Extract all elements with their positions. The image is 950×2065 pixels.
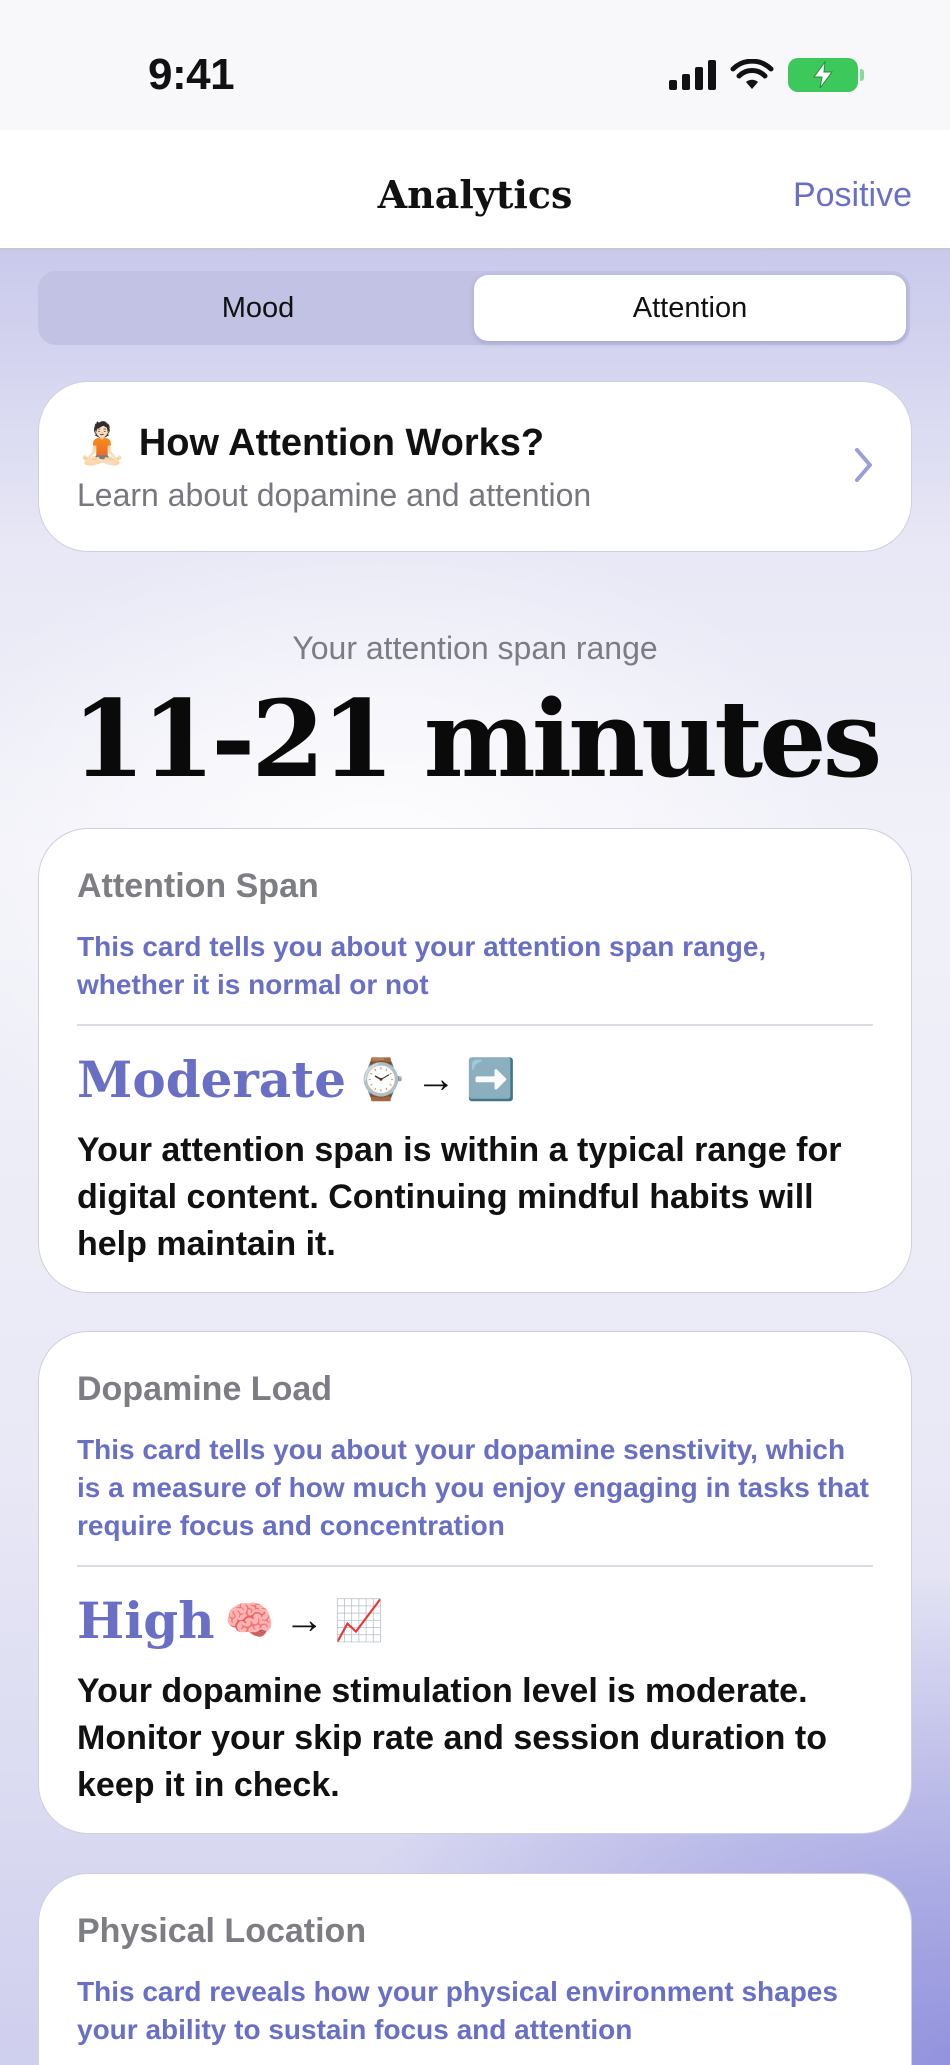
cellular-signal-icon <box>669 60 716 90</box>
segment-attention[interactable]: Attention <box>474 275 906 341</box>
card-title: Physical Location <box>77 1912 367 1950</box>
attention-span-range-label: Your attention span range <box>292 630 658 666</box>
level-row: High 🧠 → 📈 <box>77 1591 873 1650</box>
how-attention-works-title: How Attention Works? <box>138 422 545 464</box>
divider <box>77 1565 873 1567</box>
card-description: This card tells you about your attention… <box>77 931 767 1000</box>
mood-attention-segmented-control: Mood Attention <box>38 271 910 345</box>
watch-icon: ⌚ <box>356 1058 406 1102</box>
how-attention-works-title-row: 🧘🏻 How Attention Works? <box>77 420 873 467</box>
chart-increasing-icon: 📈 <box>334 1599 385 1643</box>
card-title: Attention Span <box>77 867 319 905</box>
battery-charging-icon <box>788 58 864 92</box>
divider <box>77 1024 873 1026</box>
level-label: High <box>77 1591 215 1650</box>
arrow-right-icon: → <box>284 1598 325 1642</box>
navigation-bar: Analytics Positive <box>0 130 950 250</box>
dopamine-load-card: Dopamine Load This card tells you about … <box>38 1331 912 1834</box>
meditation-icon: 🧘🏻 <box>77 422 127 466</box>
status-bar: 9:41 <box>0 0 950 130</box>
how-attention-works-card[interactable]: 🧘🏻 How Attention Works? Learn about dopa… <box>38 381 912 552</box>
card-description: This card tells you about your dopamine … <box>77 1434 869 1541</box>
physical-location-card: Physical Location This card reveals how … <box>38 1873 912 2065</box>
attention-span-card: Attention Span This card tells you about… <box>38 828 912 1293</box>
level-description: Your dopamine stimulation level is moder… <box>77 1672 827 1804</box>
level-description: Your attention span is within a typical … <box>77 1131 842 1263</box>
card-title: Dopamine Load <box>77 1370 333 1408</box>
status-time: 9:41 <box>148 50 235 99</box>
chevron-right-icon <box>855 448 872 482</box>
right-arrow-emoji-icon: ➡️ <box>465 1058 516 1102</box>
wifi-icon <box>730 59 774 89</box>
status-icons <box>669 58 864 92</box>
how-attention-works-subtitle: Learn about dopamine and attention <box>77 477 592 513</box>
brain-icon: 🧠 <box>224 1599 275 1643</box>
level-label: Moderate <box>77 1050 347 1109</box>
arrow-right-icon: → <box>415 1057 456 1101</box>
card-description: This card reveals how your physical envi… <box>77 1976 838 2045</box>
segment-mood[interactable]: Mood <box>42 275 474 341</box>
positive-button[interactable]: Positive <box>793 176 912 215</box>
attention-span-range-value: 11-21 minutes <box>71 676 883 801</box>
level-row: Moderate ⌚ → ➡️ <box>77 1050 873 1109</box>
